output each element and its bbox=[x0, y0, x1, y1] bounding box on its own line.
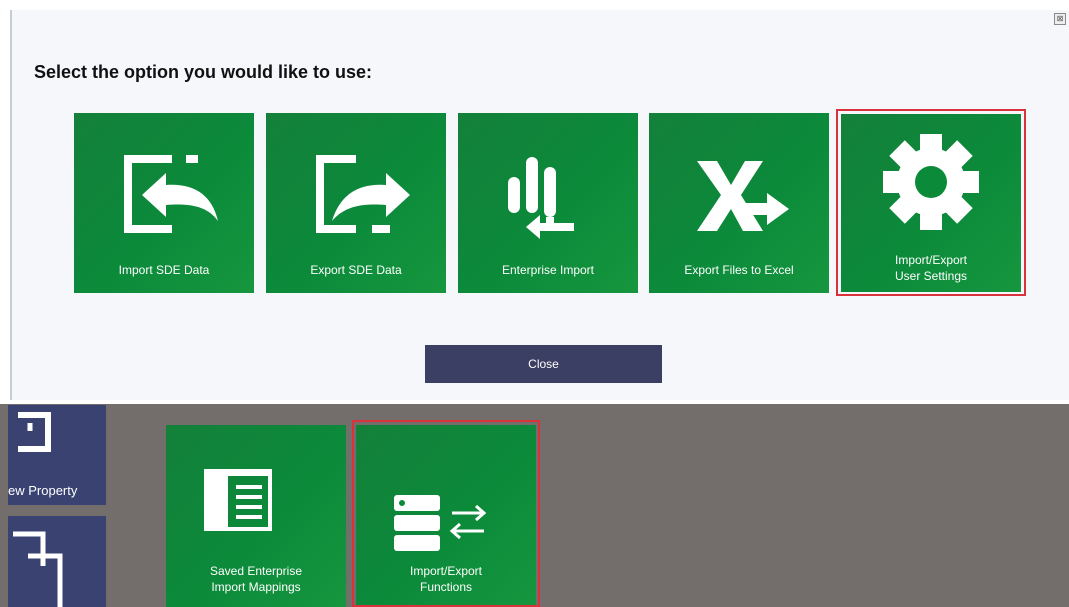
export-files-to-excel-tile[interactable]: Export Files to Excel bbox=[649, 113, 829, 293]
import-arrow-icon bbox=[124, 155, 218, 233]
dialog-top-strip bbox=[0, 0, 1069, 10]
gear-icon bbox=[883, 134, 979, 230]
left-navy-tile[interactable] bbox=[8, 516, 106, 607]
enterprise-import-icon bbox=[508, 157, 574, 239]
close-button[interactable]: Close bbox=[425, 345, 662, 383]
saved-enterprise-import-mappings-label: Saved Enterprise Import Mappings bbox=[209, 564, 303, 594]
document-icon bbox=[18, 412, 51, 452]
document-list-icon bbox=[204, 469, 272, 531]
enterprise-import-tile[interactable]: Enterprise Import bbox=[458, 113, 638, 293]
document-icon bbox=[13, 531, 63, 607]
saved-enterprise-import-mappings-tile[interactable]: Saved Enterprise Import Mappings bbox=[166, 425, 346, 607]
import-export-user-settings-label: Import/Export User Settings bbox=[894, 253, 968, 283]
server-transfer-icon bbox=[394, 495, 487, 551]
import-sde-data-tile[interactable]: Import SDE Data bbox=[74, 113, 254, 293]
import-export-functions-tile[interactable]: Import/Export Functions bbox=[356, 425, 536, 607]
enterprise-import-label: Enterprise Import bbox=[501, 263, 595, 277]
import-export-functions-label: Import/Export Functions bbox=[409, 564, 483, 594]
export-files-to-excel-label: Export Files to Excel bbox=[684, 263, 794, 277]
export-sde-data-tile[interactable]: Export SDE Data bbox=[266, 113, 446, 293]
new-property-label: ew Property bbox=[8, 483, 78, 498]
excel-export-icon bbox=[697, 161, 789, 231]
dialog-prompt: Select the option you would like to use: bbox=[34, 62, 373, 82]
export-sde-data-label: Export SDE Data bbox=[310, 263, 402, 277]
new-property-tile[interactable]: ew Property bbox=[8, 405, 106, 505]
import-export-user-settings-tile[interactable]: Import/Export User Settings bbox=[841, 114, 1021, 292]
import-sde-data-label: Import SDE Data bbox=[118, 263, 210, 277]
export-arrow-icon bbox=[316, 155, 410, 233]
window-close-icon[interactable]: ⊠ bbox=[1054, 13, 1066, 25]
